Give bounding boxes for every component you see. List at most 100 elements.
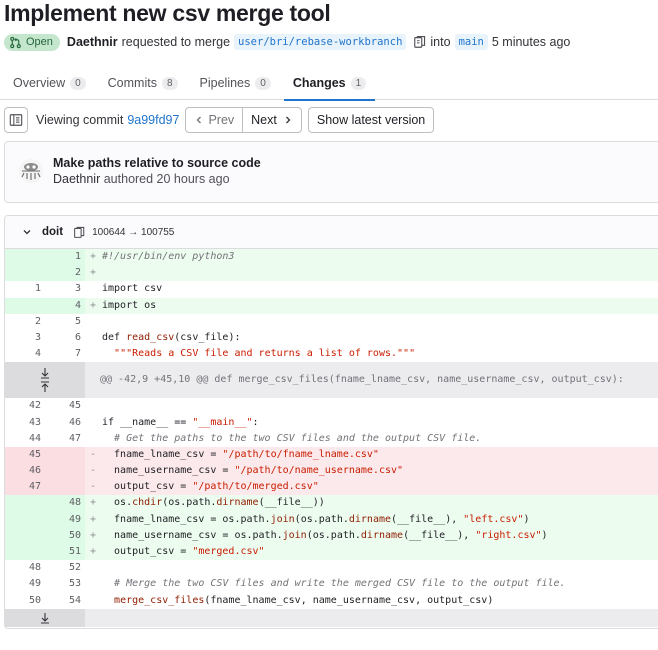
commit-info-card: Make paths relative to source code Daeth…: [4, 141, 658, 203]
code-text: def read_csv(csv_file):: [102, 331, 241, 343]
next-button[interactable]: Next: [243, 107, 302, 133]
diff-line: 48 + os.chdir(os.path.dirname(__file__)): [5, 495, 658, 512]
code-text: #!/usr/bin/env python3: [102, 251, 235, 262]
file-tree-toggle-button[interactable]: [4, 107, 28, 133]
copy-icon[interactable]: [413, 35, 427, 49]
diff-sign: +: [89, 546, 97, 557]
new-line-number[interactable]: 45: [45, 398, 85, 414]
new-line-number[interactable]: 47: [45, 431, 85, 447]
new-line-number[interactable]: 52: [45, 560, 85, 576]
code-text: name_username_csv = "/path/to/name_usern…: [102, 465, 404, 477]
merge-request-icon: [10, 36, 21, 48]
old-line-number[interactable]: [5, 527, 45, 544]
old-line-number[interactable]: [5, 495, 45, 512]
new-line-number[interactable]: 3: [45, 281, 85, 297]
old-line-number[interactable]: 46: [5, 463, 45, 480]
expand-up-icon[interactable]: [39, 381, 51, 393]
old-line-number[interactable]: 4: [5, 346, 45, 362]
new-line-number[interactable]: [45, 479, 85, 496]
expand-down-icon[interactable]: [39, 612, 51, 624]
old-line-number[interactable]: 49: [5, 576, 45, 592]
target-branch[interactable]: main: [454, 34, 488, 50]
new-line-number[interactable]: 51: [45, 544, 85, 561]
diff-sign: -: [89, 481, 97, 493]
tab-pipelines[interactable]: Pipelines 0: [191, 66, 280, 100]
new-line-number[interactable]: 1: [45, 249, 85, 266]
old-line-number[interactable]: [5, 511, 45, 528]
avatar[interactable]: [18, 158, 44, 184]
diff-line: 4 + import os: [5, 297, 658, 314]
old-line-number[interactable]: 50: [5, 593, 45, 609]
new-line-number[interactable]: 4: [45, 297, 85, 314]
new-line-number[interactable]: 46: [45, 415, 85, 431]
diff-line: 2 +: [5, 265, 658, 282]
old-line-number[interactable]: [5, 297, 45, 314]
source-branch[interactable]: user/bri/rebase-workbranch: [234, 34, 407, 50]
new-line-number[interactable]: 7: [45, 346, 85, 362]
author-link[interactable]: Daethnir: [67, 35, 118, 49]
commit-sha-link[interactable]: 9a99fd97: [127, 113, 179, 127]
commit-title[interactable]: Make paths relative to source code: [53, 156, 261, 170]
diff-file-header: doit 100644 → 100755: [5, 216, 658, 249]
next-label: Next: [251, 113, 277, 127]
diff-block-2: 42 45 43 46 if __name__ == "__main__": 44 47 #…: [5, 398, 658, 608]
diff-sign: [85, 576, 101, 592]
old-line-number[interactable]: 47: [5, 479, 45, 496]
status-label: Open: [26, 36, 53, 48]
prev-next-group: Prev Next: [185, 107, 302, 133]
tab-changes[interactable]: Changes 1: [283, 66, 376, 101]
diff-sign: +: [89, 251, 97, 262]
new-line-number[interactable]: 49: [45, 511, 85, 528]
new-line-number[interactable]: 48: [45, 495, 85, 512]
expand-down-icon[interactable]: [39, 367, 51, 379]
diff-sign: +: [89, 299, 97, 311]
commit-author-link[interactable]: Daethnir: [53, 172, 100, 186]
copy-icon[interactable]: [73, 226, 86, 239]
diff-line: 1 3 import csv: [5, 281, 658, 297]
new-line-number[interactable]: 54: [45, 593, 85, 609]
new-line-number[interactable]: 2: [45, 265, 85, 282]
new-line-number[interactable]: 6: [45, 330, 85, 346]
code-text: output_csv = "merged.csv": [102, 546, 265, 557]
old-line-number[interactable]: [5, 544, 45, 561]
show-latest-version-button[interactable]: Show latest version: [307, 107, 435, 133]
old-line-number[interactable]: [5, 249, 45, 266]
commit-nav-bar: Viewing commit 9a99fd97 Prev Next Show l…: [4, 107, 435, 133]
status-badge: Open: [4, 33, 60, 51]
old-line-number[interactable]: 2: [5, 314, 45, 330]
prev-button[interactable]: Prev: [185, 107, 244, 133]
mr-meta: Open Daethnir requested to merge user/br…: [4, 32, 574, 52]
tab-commits[interactable]: Commits 8: [99, 66, 187, 100]
diff-sign: -: [89, 465, 97, 477]
diff-sign: [85, 398, 101, 414]
old-line-number[interactable]: 43: [5, 415, 45, 431]
code-text: # Get the paths to the two CSV files and…: [102, 432, 482, 444]
chevron-right-icon: [285, 116, 291, 124]
new-line-number[interactable]: 5: [45, 314, 85, 330]
old-line-number[interactable]: 42: [5, 398, 45, 414]
new-line-number[interactable]: 50: [45, 527, 85, 544]
tab-count: 0: [70, 76, 86, 90]
chevron-down-icon[interactable]: [21, 226, 33, 238]
old-line-number[interactable]: [5, 265, 45, 282]
new-line-number[interactable]: [45, 446, 85, 464]
old-line-number[interactable]: 3: [5, 330, 45, 346]
file-tree-icon: [9, 114, 23, 126]
old-line-number[interactable]: 44: [5, 431, 45, 447]
diff-line: 50 + name_username_csv = os.path.join(os.…: [5, 527, 658, 544]
old-line-number[interactable]: 48: [5, 560, 45, 576]
diff-line: 47 """Reads a CSV file and returns a lis…: [5, 346, 658, 362]
file-name[interactable]: doit: [42, 226, 63, 238]
expand-gutter: [5, 608, 85, 627]
code-text: name_username_csv = os.path.join(os.path…: [102, 529, 548, 541]
new-line-number[interactable]: 53: [45, 576, 85, 592]
diff-line: 45 - fname_lname_csv = "/path/to/fname_ln…: [5, 446, 658, 464]
new-line-number[interactable]: [45, 463, 85, 480]
tab-overview[interactable]: Overview 0: [4, 66, 95, 100]
old-line-number[interactable]: 45: [5, 446, 45, 464]
hunk-header: @@ -42,9 +45,10 @@ def merge_csv_files(f…: [100, 374, 624, 386]
old-line-number[interactable]: 1: [5, 281, 45, 297]
chevron-left-icon: [197, 116, 202, 124]
